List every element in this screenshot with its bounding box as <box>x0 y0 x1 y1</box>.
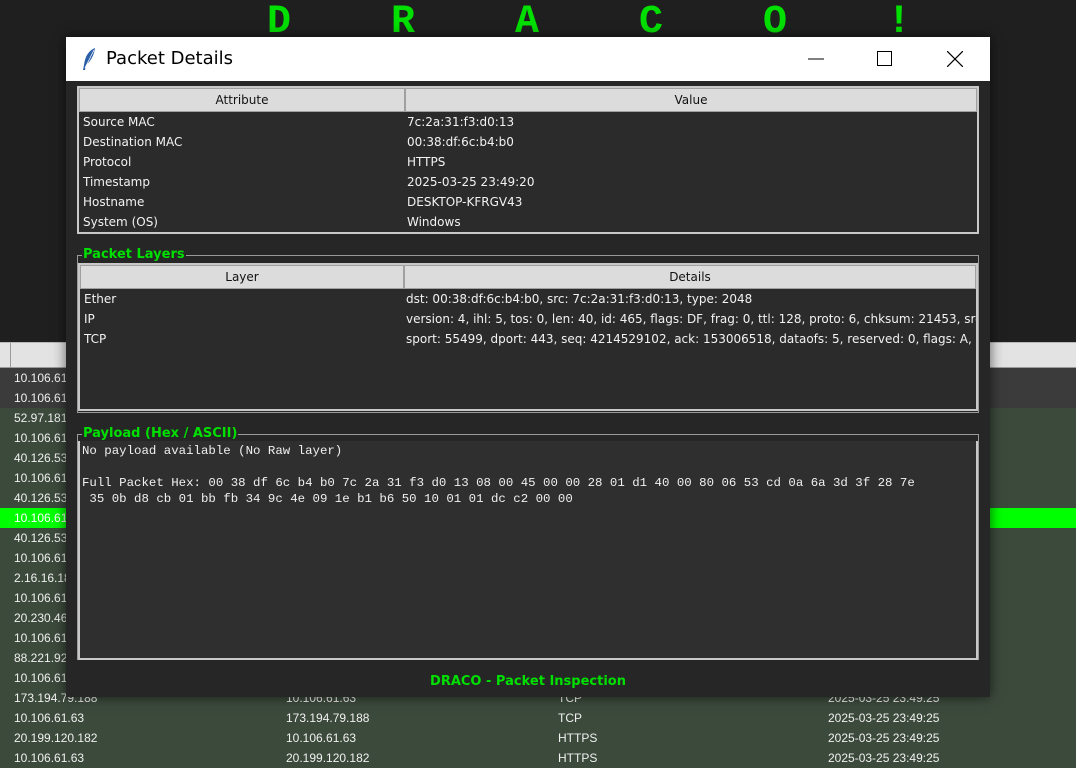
row-value: HTTPS <box>407 155 446 169</box>
table-cell: 20.230.46. <box>14 611 71 625</box>
close-icon <box>947 51 963 67</box>
minimize-icon <box>808 58 824 60</box>
row-key: Timestamp <box>83 175 150 189</box>
table-cell: 2025-03-25 23:49:25 <box>828 751 940 765</box>
table-cell: 20.199.120.182 <box>286 751 370 765</box>
table-row[interactable]: 20.199.120.182 10.106.61.63 HTTPS 2025-03-2… <box>0 728 1076 748</box>
table-row[interactable]: Ether dst: 00:38:df:6c:b4:b0, src: 7c:2a:… <box>80 289 976 309</box>
row-key: Ether <box>84 292 117 306</box>
table-cell: HTTPS <box>558 731 598 745</box>
table-row[interactable]: 10.106.61.63 20.199.120.182 HTTPS 2025-03-2… <box>0 748 1076 768</box>
table-row[interactable]: System (OS) Windows <box>79 212 977 232</box>
details-column-header[interactable]: Details <box>404 265 976 289</box>
column-separator[interactable] <box>10 343 11 367</box>
table-cell: 40.126.53. <box>14 451 71 465</box>
row-value: 00:38:df:6c:b4:b0 <box>407 135 514 149</box>
table-row[interactable]: TCP sport: 55499, dport: 443, seq: 421452… <box>80 329 976 349</box>
attribute-column-header[interactable]: Attribute <box>79 88 405 112</box>
table-cell: 52.97.181. <box>14 411 71 425</box>
table-cell: 10.106.61. <box>14 631 71 645</box>
table-row[interactable]: IP version: 4, ihl: 5, tos: 0, len: 40, i… <box>80 309 976 329</box>
table-row[interactable]: Destination MAC 00:38:df:6c:b4:b0 <box>79 132 977 152</box>
row-value: 2025-03-25 23:49:20 <box>407 175 535 189</box>
table-row[interactable]: Hostname DESKTOP-KFRGV43 <box>79 192 977 212</box>
layers-table[interactable]: Layer Details Ether dst: 00:38:df:6c:b4:b… <box>78 263 978 411</box>
table-cell: HTTPS <box>558 751 598 765</box>
table-cell: 2025-03-25 23:49:25 <box>828 731 940 745</box>
row-value: DESKTOP-KFRGV43 <box>407 195 523 209</box>
table-row[interactable]: Protocol HTTPS <box>79 152 977 172</box>
row-key: TCP <box>84 332 107 346</box>
table-cell: 40.126.53. <box>14 491 71 505</box>
row-value: sport: 55499, dport: 443, seq: 421452910… <box>406 332 976 346</box>
table-row[interactable]: 10.106.61.63 173.194.79.188 TCP 2025-03-25 … <box>0 708 1076 728</box>
table-cell: 173.194.79.188 <box>286 711 370 725</box>
table-cell: 10.106.61. <box>14 391 71 405</box>
value-column-header[interactable]: Value <box>405 88 977 112</box>
table-cell: 10.106.61. <box>14 671 71 685</box>
packet-layers-label: Packet Layers <box>82 247 186 263</box>
row-value: 7c:2a:31:f3:d0:13 <box>407 115 515 129</box>
maximize-icon <box>877 51 892 66</box>
table-cell: 10.106.61. <box>14 471 71 485</box>
table-cell: 2.16.16.18 <box>14 571 71 585</box>
payload-textbox[interactable]: No payload available (No Raw layer) Full … <box>78 441 978 660</box>
table-cell: 10.106.61. <box>14 431 71 445</box>
minimize-button[interactable] <box>793 37 839 81</box>
row-key: System (OS) <box>83 215 158 229</box>
row-key: IP <box>84 312 95 326</box>
table-cell: 10.106.61. <box>14 511 71 525</box>
table-cell: 20.199.120.182 <box>14 731 98 745</box>
layer-column-header[interactable]: Layer <box>80 265 404 289</box>
table-row[interactable]: Timestamp 2025-03-25 23:49:20 <box>79 172 977 192</box>
payload-line <box>82 459 976 475</box>
table-cell: 10.106.61. <box>14 371 71 385</box>
payload-label: Payload (Hex / ASCII) <box>82 426 239 442</box>
dialog-title: Packet Details <box>106 48 234 69</box>
footer-text: DRACO - Packet Inspection <box>430 674 626 689</box>
payload-line: Full Packet Hex: 00 38 df 6c b4 b0 7c 2a… <box>82 476 915 490</box>
maximize-button[interactable] <box>862 37 908 81</box>
row-value: dst: 00:38:df:6c:b4:b0, src: 7c:2a:31:f3… <box>406 292 753 306</box>
table-cell: TCP <box>558 711 582 725</box>
table-cell: 88.221.92. <box>14 651 71 665</box>
table-cell: 2025-03-25 23:49:25 <box>828 711 940 725</box>
table-cell: 10.106.61.63 <box>14 711 85 725</box>
row-key: Destination MAC <box>83 135 183 149</box>
app-title: D R A C O ! <box>266 0 950 45</box>
table-cell: 10.106.61. <box>14 591 71 605</box>
feather-icon <box>80 47 100 71</box>
payload-line: No payload available (No Raw layer) <box>82 444 343 458</box>
row-value: version: 4, ihl: 5, tos: 0, len: 40, id:… <box>406 312 976 326</box>
row-value: Windows <box>407 215 461 229</box>
attributes-table[interactable]: Attribute Value Source MAC 7c:2a:31:f3:d0… <box>77 86 979 234</box>
dialog-titlebar[interactable]: Packet Details <box>66 37 990 81</box>
row-key: Source MAC <box>83 115 155 129</box>
payload-line: 35 0b d8 cb 01 bb fb 34 9c 4e 09 1e b1 b… <box>82 492 573 506</box>
table-cell: 40.126.53. <box>14 531 71 545</box>
table-cell: 10.106.61. <box>14 551 71 565</box>
row-key: Hostname <box>83 195 145 209</box>
close-button[interactable] <box>932 37 978 81</box>
row-key: Protocol <box>83 155 132 169</box>
table-cell: 10.106.61.63 <box>14 751 85 765</box>
table-row[interactable]: Source MAC 7c:2a:31:f3:d0:13 <box>79 112 977 132</box>
table-cell: 10.106.61.63 <box>286 731 357 745</box>
